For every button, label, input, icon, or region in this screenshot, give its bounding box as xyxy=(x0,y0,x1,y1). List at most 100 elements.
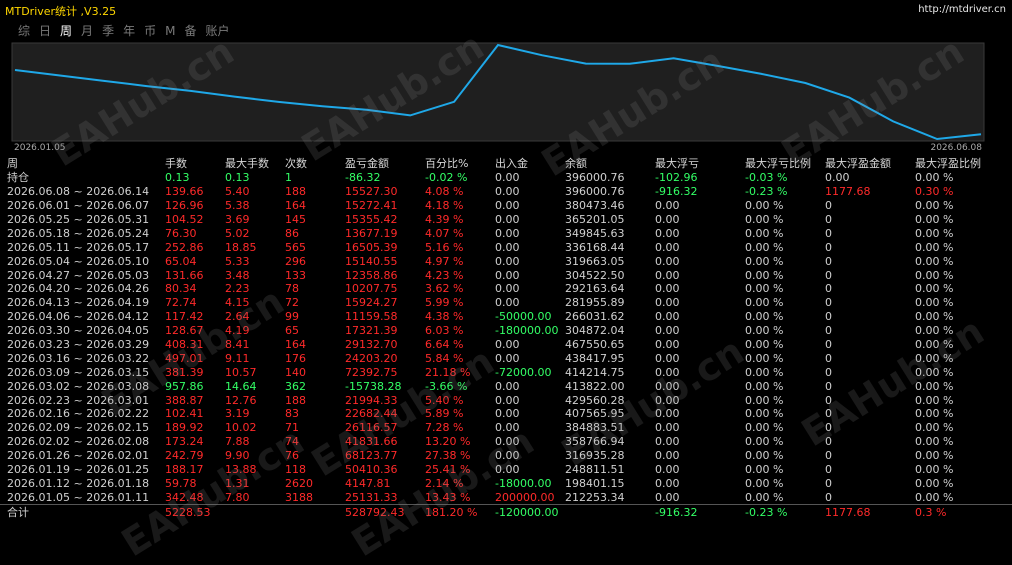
period-tabs: 综日周月季年币 M 备账户 xyxy=(18,23,239,39)
cell: 319663.05 xyxy=(565,254,625,268)
tab-9[interactable]: 账户 xyxy=(205,23,229,39)
cell: 0.3 % xyxy=(915,504,1012,520)
cell: 25131.33 xyxy=(345,490,398,504)
cell: 242.79 xyxy=(165,449,204,463)
cell: 0.00 xyxy=(495,338,520,352)
cell: 336168.44 xyxy=(565,240,625,254)
tab-1[interactable]: 日 xyxy=(39,23,51,39)
cell: 5.40 xyxy=(225,185,250,199)
cell: 104.52 xyxy=(165,213,204,226)
cell: 2026.02.09 ~ 2026.02.15 xyxy=(7,421,150,435)
cell: 316935.28 xyxy=(565,449,625,463)
cell: 周 xyxy=(7,157,18,171)
cell: 4.38 % xyxy=(425,310,464,324)
cell: -72000.00 xyxy=(495,365,552,379)
cell: 0 xyxy=(825,199,832,213)
cell: -180000.00 xyxy=(495,324,559,338)
cell: 2026.02.02 ~ 2026.02.08 xyxy=(7,435,150,449)
cell: 388.87 xyxy=(165,393,204,407)
cell: 12.76 xyxy=(225,393,257,407)
weekly-stats-table: 周 手数 最大手数 次数 盈亏金额 百分比% 出入金 余额 最大浮亏 最大浮亏比例 最大浮盈金额 最大… xyxy=(0,157,1012,520)
cell: 0 xyxy=(825,435,832,449)
tab-8[interactable]: 备 xyxy=(184,23,196,39)
cell: 9.11 xyxy=(225,351,250,365)
cell: 29132.70 xyxy=(345,338,398,352)
cell: 188.17 xyxy=(165,463,204,477)
cell: 396000.76 xyxy=(565,171,625,185)
cell: 0 xyxy=(825,213,832,226)
cell: 0.00 xyxy=(495,351,520,365)
tab-2[interactable]: 周 xyxy=(60,23,72,39)
table-row: 2026.04.20 ~ 2026.04.26 80.34 2.23 78 10207.… xyxy=(0,282,1012,296)
cell: 198401.15 xyxy=(565,476,625,490)
cell: 0.00 % xyxy=(745,310,784,324)
cell: 最大浮亏 xyxy=(655,157,699,171)
cell: 0.00 xyxy=(655,490,680,504)
cell: 出入金 xyxy=(495,157,528,171)
cell: 0.13 xyxy=(225,171,250,185)
cell: 0 xyxy=(825,296,832,310)
cell: 126.96 xyxy=(165,199,204,213)
cell: 1177.68 xyxy=(825,185,871,199)
cell: 0.00 % xyxy=(745,254,784,268)
cell: -3.66 % xyxy=(425,379,468,393)
tab-3[interactable]: 月 xyxy=(81,23,93,39)
cell: 2.64 xyxy=(225,310,250,324)
cell: 13.20 % xyxy=(425,435,471,449)
cell: 74 xyxy=(285,435,299,449)
table-row: 2026.02.23 ~ 2026.03.01 388.87 12.76 188 219… xyxy=(0,393,1012,407)
cell: 181.20 % xyxy=(425,504,495,520)
cell: 0.00 xyxy=(495,463,520,477)
cell: 0.00 % xyxy=(745,449,784,463)
cell: 余额 xyxy=(565,157,587,171)
cell: 342.48 xyxy=(165,490,204,504)
cell: 0.00 % xyxy=(915,476,954,490)
cell: 86 xyxy=(285,226,299,240)
website-link[interactable]: http://mtdriver.cn xyxy=(918,4,1006,15)
cell: 0.00 % xyxy=(915,282,954,296)
cell: 0.00 % xyxy=(745,351,784,365)
cell: 0.00 % xyxy=(915,199,954,213)
x-end-label: 2026.06.08 xyxy=(930,143,982,153)
tab-7[interactable]: M xyxy=(165,23,175,39)
cell: 59.78 xyxy=(165,476,197,490)
cell: 65.04 xyxy=(165,254,197,268)
cell: -86.32 xyxy=(345,171,381,185)
cell: 362 xyxy=(285,379,306,393)
cell: 0.00 xyxy=(655,296,680,310)
cell: 0.00 xyxy=(495,393,520,407)
cell: 176 xyxy=(285,351,306,365)
cell: -15738.28 xyxy=(345,379,402,393)
table-row: 2026.05.04 ~ 2026.05.10 65.04 5.33 296 15140… xyxy=(0,254,1012,268)
cell: 0.00 % xyxy=(915,171,954,185)
cell: 99 xyxy=(285,310,299,324)
cell: 413822.00 xyxy=(565,379,625,393)
cell: 0 xyxy=(825,240,832,254)
cell: 25.41 % xyxy=(425,463,471,477)
cell: 0 xyxy=(825,351,832,365)
cell: 21.18 % xyxy=(425,365,471,379)
table-row: 2026.03.16 ~ 2026.03.22 497.01 9.11 176 2420… xyxy=(0,351,1012,365)
cell: 0.00 % xyxy=(745,338,784,352)
tab-5[interactable]: 年 xyxy=(123,23,135,39)
cell: -0.23 % xyxy=(745,185,788,199)
tab-0[interactable]: 综 xyxy=(18,23,30,39)
cell: 0.00 % xyxy=(915,324,954,338)
cell: 0.00 xyxy=(495,296,520,310)
cell: 0.00 % xyxy=(745,407,784,421)
cell: 0.00 xyxy=(655,338,680,352)
cell: 2026.05.18 ~ 2026.05.24 xyxy=(7,226,150,240)
tab-4[interactable]: 季 xyxy=(102,23,114,39)
cell: 0.00 xyxy=(655,226,680,240)
cell: 0.00 xyxy=(495,226,520,240)
tab-6[interactable]: 币 xyxy=(144,23,156,39)
cell: 0.00 % xyxy=(745,213,784,226)
cell: 0.00 % xyxy=(915,449,954,463)
cell: 1177.68 xyxy=(825,504,915,520)
plot-area xyxy=(11,42,985,142)
cell: 0 xyxy=(825,421,832,435)
cell: 7.88 xyxy=(225,435,250,449)
cell: 164 xyxy=(285,338,306,352)
cell: 3188 xyxy=(285,490,313,504)
cell: 次数 xyxy=(285,157,307,171)
